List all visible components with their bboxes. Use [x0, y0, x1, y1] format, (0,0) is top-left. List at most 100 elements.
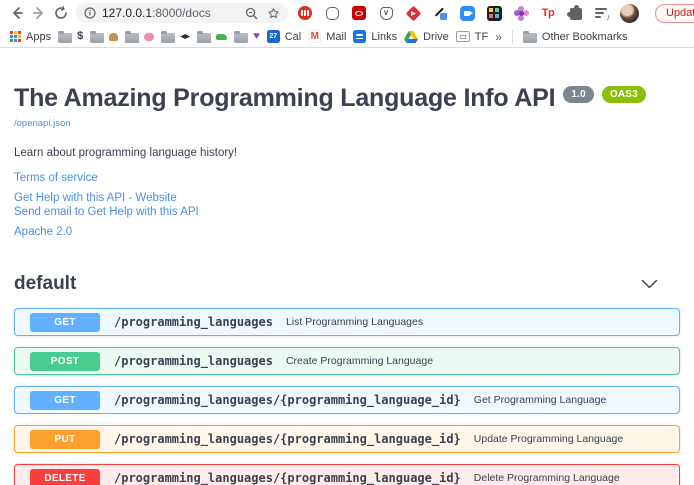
terms-of-service-link[interactable]: Terms of service [14, 172, 98, 184]
page-title: The Amazing Programming Language Info AP… [14, 84, 680, 113]
tag-section-header[interactable]: default [14, 273, 680, 295]
gmail-icon: M [308, 30, 321, 43]
music-playlist-icon[interactable]: ♪ [593, 4, 611, 22]
reload-icon [54, 6, 68, 20]
links-icon [353, 30, 366, 43]
bookmark-folder-dollar[interactable]: $ [58, 30, 83, 43]
crocodile-glyph [216, 34, 227, 40]
endpoint-row-delete[interactable]: DELETE /programming_languages/{programmi… [14, 464, 680, 485]
bookmark-label: TF [475, 31, 488, 43]
endpoint-path: /programming_languages [114, 354, 273, 368]
help-email-link[interactable]: Send email to Get Help with this API [14, 206, 199, 218]
endpoint-row-post-create[interactable]: POST /programming_languages Create Progr… [14, 347, 680, 375]
bookmark-folder-grad-cap[interactable] [161, 30, 190, 43]
back-arrow-icon [10, 6, 24, 20]
dollar-glyph: $ [77, 31, 83, 42]
endpoint-path: /programming_languages [114, 315, 273, 329]
endpoint-row-get-list[interactable]: GET /programming_languages List Programm… [14, 308, 680, 336]
api-info-links: Terms of service Get Help with this API … [14, 172, 680, 238]
apps-grid-icon [10, 31, 21, 42]
endpoint-row-put-update[interactable]: PUT /programming_languages/{programming_… [14, 425, 680, 453]
tp-icon[interactable]: Tp [539, 4, 557, 22]
purple-flower-icon[interactable] [512, 4, 530, 22]
help-website-link[interactable]: Get Help with this API - Website [14, 192, 177, 204]
endpoint-path: /programming_languages/{programming_lang… [114, 432, 461, 446]
bookmark-apps[interactable]: Apps [10, 31, 51, 43]
endpoint-summary: Create Programming Language [286, 355, 433, 367]
forward-button[interactable] [28, 2, 50, 24]
drive-icon [404, 31, 418, 43]
bookmark-links[interactable]: Links [353, 30, 397, 43]
brain-glyph [144, 33, 154, 41]
forward-arrow-icon [32, 6, 46, 20]
method-badge: GET [30, 391, 100, 410]
update-button[interactable]: Update [655, 4, 694, 23]
bookmarks-bar: Apps $ ♥ 27Cal M Mail Links Drive TF » Ot… [0, 26, 694, 48]
folder-icon [58, 33, 72, 43]
graduation-cap-glyph [180, 34, 190, 39]
folder-icon [523, 33, 537, 43]
bookmark-cal[interactable]: 27Cal [267, 30, 302, 43]
update-label: Update [666, 7, 694, 19]
color-picker-icon[interactable] [431, 4, 449, 22]
endpoint-summary: List Programming Languages [286, 316, 423, 328]
method-badge: GET [30, 313, 100, 332]
folder-icon [197, 33, 211, 43]
bookmark-drive[interactable]: Drive [404, 31, 449, 43]
swagger-page: The Amazing Programming Language Info AP… [0, 84, 694, 485]
horse-glyph [109, 33, 118, 41]
folder-icon [161, 33, 175, 43]
endpoint-path: /programming_languages/{programming_lang… [114, 393, 461, 407]
endpoint-summary: Delete Programming Language [474, 472, 620, 484]
extension-icons-row: ∨ Tp ♪ Update [296, 4, 694, 23]
operations-list: GET /programming_languages List Programm… [14, 308, 680, 485]
puzzle-extensions-icon[interactable] [566, 4, 584, 22]
browser-toolbar: 127.0.0.1:8000/docs ∨ Tp ♪ Update [0, 0, 694, 26]
endpoint-path: /programming_languages/{programming_lang… [114, 471, 461, 485]
version-badge: 1.0 [563, 86, 594, 103]
other-bookmarks[interactable]: Other Bookmarks [523, 30, 628, 43]
red-hand-blocker-icon[interactable] [296, 4, 314, 22]
back-button[interactable] [6, 2, 28, 24]
oas3-badge: OAS3 [602, 86, 646, 103]
bookmark-mail[interactable]: M Mail [308, 30, 346, 43]
red-diamond-arrow-icon[interactable] [404, 4, 422, 22]
api-title-text: The Amazing Programming Language Info AP… [14, 84, 555, 112]
chat-bubble-icon[interactable] [323, 4, 341, 22]
zoom-video-icon[interactable] [458, 4, 476, 22]
address-bar[interactable]: 127.0.0.1:8000/docs [76, 3, 288, 23]
cbs-eye-icon[interactable] [350, 4, 368, 22]
pocket-icon[interactable]: ∨ [377, 4, 395, 22]
zoom-out-icon[interactable] [245, 7, 258, 20]
bookmark-folder-horse[interactable] [90, 30, 118, 43]
folder-icon [234, 33, 248, 43]
bookmark-label: Links [371, 31, 397, 43]
bookmark-label: Other Bookmarks [542, 31, 628, 43]
folder-icon [125, 33, 139, 43]
method-badge: PUT [30, 430, 100, 449]
bookmark-star-icon[interactable] [267, 7, 280, 20]
reload-button[interactable] [50, 2, 72, 24]
url-text[interactable]: 127.0.0.1:8000/docs [102, 6, 211, 20]
bookmark-folder-crocodile[interactable] [197, 30, 227, 43]
page-info-icon[interactable] [84, 7, 96, 19]
openapi-spec-link[interactable]: /openapi.json [14, 118, 71, 129]
bookmarks-overflow-chevron[interactable]: » [495, 30, 502, 44]
chevron-down-icon[interactable] [641, 279, 658, 290]
endpoint-summary: Update Programming Language [474, 433, 623, 445]
bookmark-folder-brain[interactable] [125, 30, 154, 43]
purple-heart-glyph: ♥ [253, 31, 260, 42]
bookmark-label: Mail [326, 31, 346, 43]
profile-avatar[interactable] [620, 4, 639, 23]
bookmarks-divider [512, 30, 513, 44]
method-badge: DELETE [30, 469, 100, 485]
dark-pattern-icon[interactable] [485, 4, 503, 22]
bookmark-folder-heart[interactable]: ♥ [234, 30, 260, 43]
bookmark-label: Apps [26, 31, 51, 43]
bookmark-tf[interactable]: TF [456, 31, 488, 43]
api-description: Learn about programming language history… [14, 147, 680, 159]
endpoint-row-get-one[interactable]: GET /programming_languages/{programming_… [14, 386, 680, 414]
license-link[interactable]: Apache 2.0 [14, 226, 72, 238]
tag-section-title: default [14, 273, 76, 295]
folder-icon [90, 33, 104, 43]
